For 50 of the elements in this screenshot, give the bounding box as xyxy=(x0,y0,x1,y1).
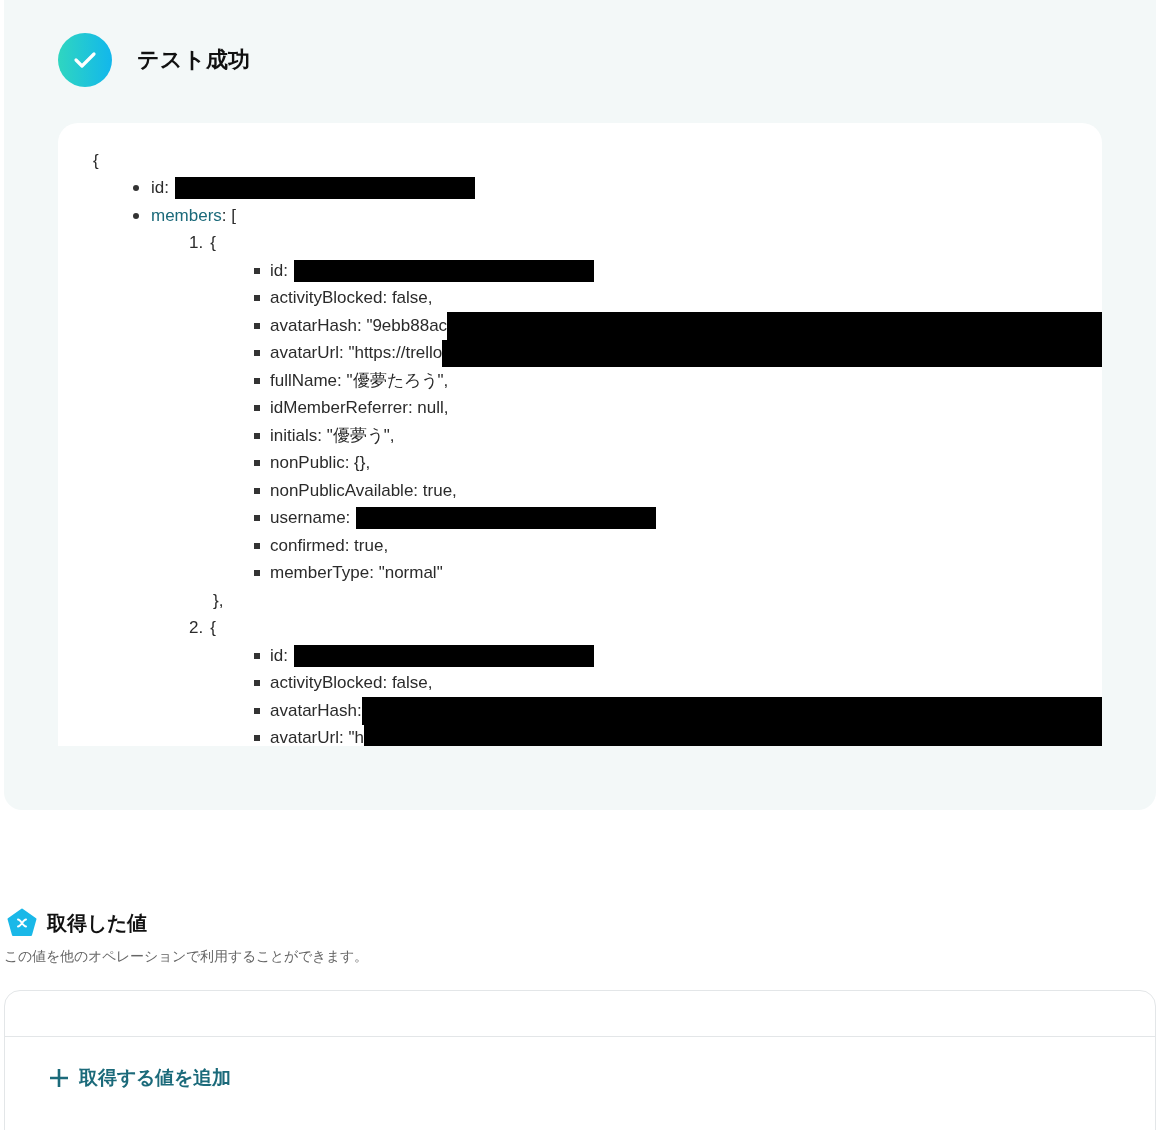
code-text: idMemberReferrer: null, xyxy=(270,398,449,419)
square-bullet-icon xyxy=(254,570,260,577)
section-title: 取得した値 xyxy=(47,910,147,936)
brace-text: }, xyxy=(213,590,224,611)
add-value-button[interactable]: 取得する値を追加 xyxy=(45,1061,235,1095)
status-title: テスト成功 xyxy=(137,46,250,74)
section-description: この値を他のオペレーションで利用することができます。 xyxy=(4,948,369,966)
code-text: confirmed: true, xyxy=(270,535,389,556)
check-icon xyxy=(58,33,112,87)
code-text: nonPublic: {}, xyxy=(270,453,371,474)
square-bullet-icon xyxy=(254,295,260,302)
square-bullet-icon xyxy=(254,460,260,467)
square-bullet-icon xyxy=(254,542,260,549)
brace-text: { xyxy=(210,618,216,639)
square-bullet-icon xyxy=(254,405,260,412)
key-link[interactable]: members xyxy=(151,205,222,226)
code-text: avatarUrl: "h xyxy=(270,728,364,746)
square-bullet-icon xyxy=(254,652,260,659)
bullet-icon xyxy=(133,212,139,219)
square-bullet-icon xyxy=(254,707,260,714)
square-bullet-icon xyxy=(254,377,260,384)
list-number: 2. xyxy=(189,618,204,639)
code-text: activityBlocked: false, xyxy=(270,288,433,309)
code-text: avatarUrl: "https://trello xyxy=(270,343,443,364)
code-text: avatarHash: xyxy=(270,700,362,721)
code-text: : [ xyxy=(221,205,237,226)
code-text: id: xyxy=(270,645,288,666)
code-text: id: xyxy=(270,260,288,281)
code-text: id: xyxy=(151,178,169,199)
plus-icon xyxy=(49,1068,69,1088)
list-number: 1. xyxy=(189,233,204,254)
code-text: fullName: "優夢たろう", xyxy=(270,370,449,393)
square-bullet-icon xyxy=(254,487,260,494)
square-bullet-icon xyxy=(254,432,260,439)
square-bullet-icon xyxy=(254,322,260,329)
pentagon-logo-icon xyxy=(7,908,37,938)
square-bullet-icon xyxy=(254,350,260,357)
brace-text: { xyxy=(93,150,99,171)
brace-text: { xyxy=(210,233,216,254)
code-text: initials: "優夢う", xyxy=(270,425,395,448)
square-bullet-icon xyxy=(254,680,260,687)
code-text: username: xyxy=(270,508,351,529)
square-bullet-icon xyxy=(254,267,260,274)
square-bullet-icon xyxy=(254,515,260,522)
code-text: activityBlocked: false, xyxy=(270,673,433,694)
square-bullet-icon xyxy=(254,735,260,742)
code-text: avatarHash: "9ebb88ac xyxy=(270,315,448,336)
code-text: memberType: "normal" xyxy=(270,563,443,584)
bullet-icon xyxy=(133,185,139,192)
code-text: nonPublicAvailable: true, xyxy=(270,480,457,501)
